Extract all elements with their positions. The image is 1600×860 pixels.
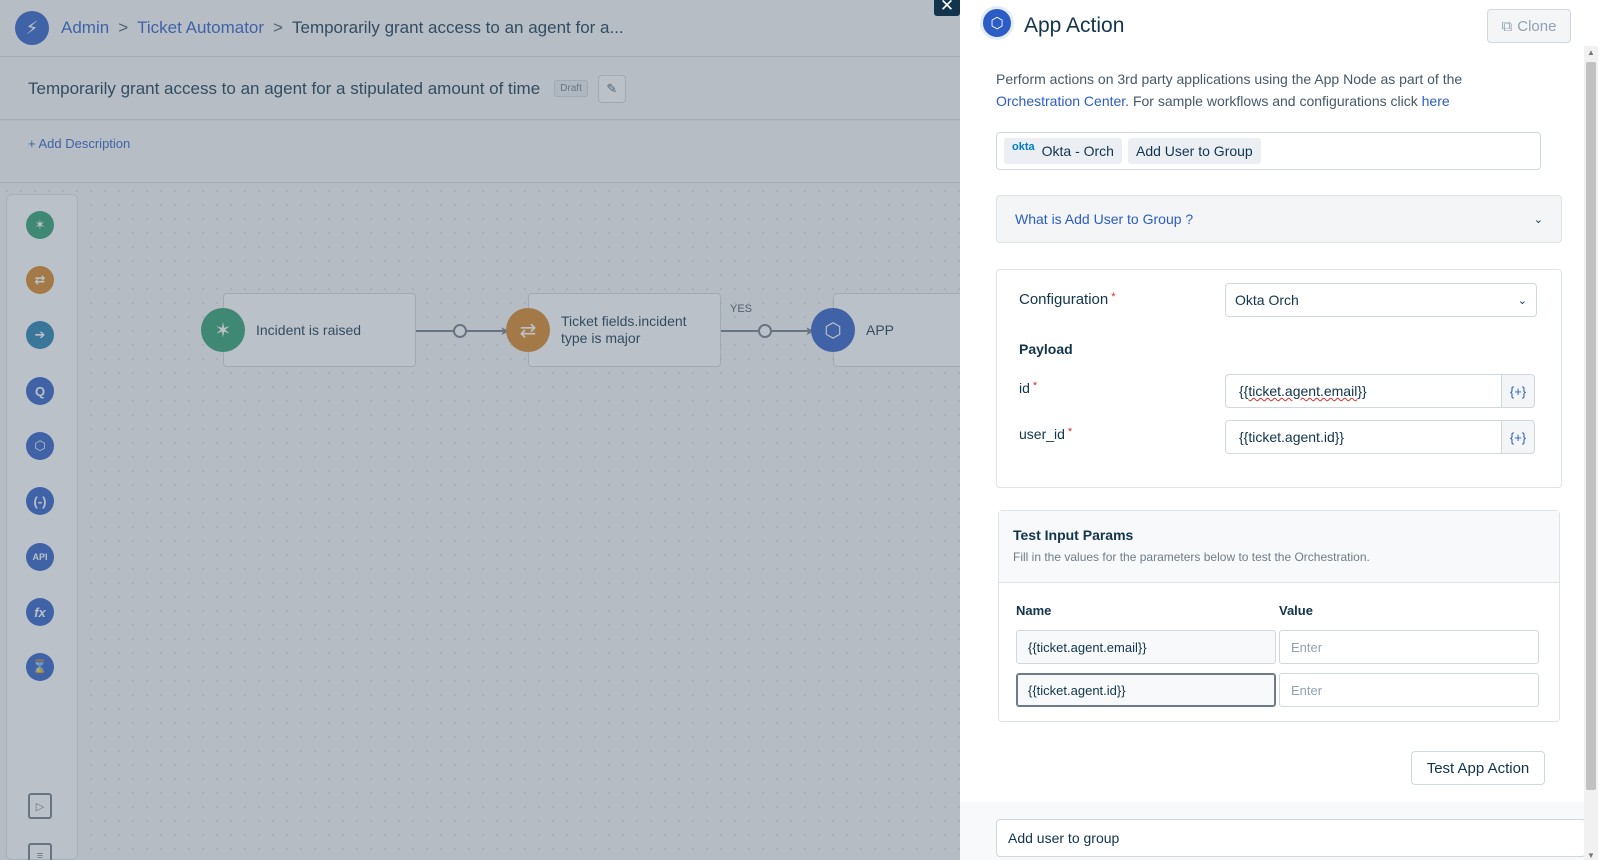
value-column-header: Value <box>1279 603 1313 618</box>
id-value-prefix: {{ <box>1239 383 1249 399</box>
scroll-down-icon[interactable]: ▼ <box>1587 851 1595 860</box>
param-name-field[interactable]: {{ticket.agent.email}} <box>1016 630 1276 664</box>
payload-title: Payload <box>1019 341 1073 357</box>
modal-backdrop[interactable] <box>0 0 960 860</box>
here-link[interactable]: here <box>1422 93 1450 109</box>
id-value-suffix: }} <box>1357 383 1367 399</box>
param-name-field[interactable]: {{ticket.agent.id}} <box>1016 673 1276 707</box>
description-text: . For sample workflows and configuration… <box>1125 93 1422 109</box>
chevron-down-icon: ⌄ <box>1517 294 1527 307</box>
okta-logo: okta <box>1012 141 1035 153</box>
clone-button[interactable]: ⧉ Clone <box>1487 9 1571 43</box>
user-id-label-text: user_id <box>1019 426 1065 442</box>
param-value-field[interactable]: Enter <box>1279 673 1539 707</box>
close-panel-button[interactable]: ✕ <box>934 0 960 16</box>
required-marker: * <box>1067 426 1073 438</box>
app-chip-label: Okta - Orch <box>1041 143 1114 159</box>
configuration-label: Configuration * <box>1019 291 1116 308</box>
configuration-label-text: Configuration <box>1019 291 1109 308</box>
close-icon: ✕ <box>939 0 955 15</box>
test-app-action-button[interactable]: Test App Action <box>1411 751 1545 785</box>
id-label: id * <box>1019 380 1037 396</box>
panel-header: ⬡ App Action ⧉ Clone <box>960 0 1600 52</box>
id-input[interactable]: {{ticket.agent.email}} <box>1225 374 1501 408</box>
node-name-input[interactable]: Add user to group <box>996 819 1586 857</box>
configuration-value: Okta Orch <box>1235 292 1299 308</box>
id-value: ticket.agent.email <box>1248 383 1358 399</box>
id-input-group: {{ticket.agent.email}} {+} <box>1225 374 1535 408</box>
app-chip[interactable]: okta Okta - Orch <box>1004 138 1122 164</box>
required-marker: * <box>1032 380 1038 392</box>
app-action-picker[interactable]: okta Okta - Orch Add User to Group <box>996 132 1541 170</box>
scrollbar[interactable]: ▲ ▼ <box>1584 46 1598 860</box>
orchestration-center-link[interactable]: Orchestration Center <box>996 93 1125 109</box>
configuration-section: Configuration * Okta Orch ⌄ Payload id * {… <box>996 269 1562 488</box>
scroll-thumb[interactable] <box>1586 62 1596 790</box>
test-title: Test Input Params <box>1013 527 1134 543</box>
panel-title: App Action <box>1024 14 1125 37</box>
accordion-title: What is Add User to Group ? <box>1015 211 1194 227</box>
insert-placeholder-button[interactable]: {+} <box>1501 374 1535 408</box>
user-id-input[interactable]: {{ticket.agent.id}} <box>1225 420 1501 454</box>
action-chip[interactable]: Add User to Group <box>1127 138 1261 164</box>
name-column-header: Name <box>1016 603 1052 618</box>
test-input-params-section: Test Input Params Fill in the values for… <box>998 510 1560 722</box>
user-id-input-group: {{ticket.agent.id}} {+} <box>1225 420 1535 454</box>
panel-description: Perform actions on 3rd party application… <box>996 68 1536 112</box>
clone-label: Clone <box>1517 17 1557 35</box>
id-label-text: id <box>1019 380 1030 396</box>
param-value-field[interactable]: Enter <box>1279 630 1539 664</box>
test-subtitle: Fill in the values for the parameters be… <box>1013 550 1370 564</box>
info-accordion[interactable]: What is Add User to Group ? ⌄ <box>996 195 1562 243</box>
configuration-select[interactable]: Okta Orch ⌄ <box>1225 283 1537 317</box>
description-text: Perform actions on 3rd party application… <box>996 71 1463 87</box>
workflow-editor: ⚡ Admin > Ticket Automator > Temporarily… <box>0 0 960 860</box>
app-action-panel: ⬡ App Action ⧉ Clone Perform actions on … <box>960 0 1600 860</box>
action-chip-label: Add User to Group <box>1135 143 1253 159</box>
copy-icon: ⧉ <box>1501 17 1513 35</box>
chevron-down-icon: ⌄ <box>1533 213 1543 226</box>
app-icon: ⬡ <box>980 6 1014 40</box>
insert-placeholder-button[interactable]: {+} <box>1501 420 1535 454</box>
scroll-up-icon[interactable]: ▲ <box>1587 48 1595 57</box>
panel-footer: Add user to group <box>960 802 1586 860</box>
required-marker: * <box>1111 291 1116 303</box>
user-id-label: user_id * <box>1019 426 1072 442</box>
test-header: Test Input Params Fill in the values for… <box>999 511 1559 583</box>
